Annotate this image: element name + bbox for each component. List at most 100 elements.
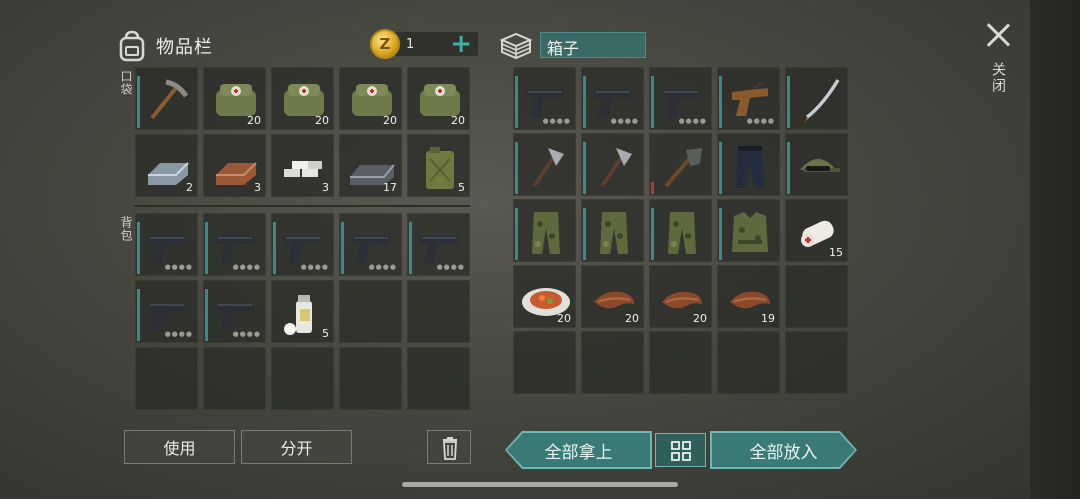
backpack-slot-empty-slot[interactable] [135, 347, 198, 410]
pocket-slot-jerrycan[interactable]: 5 [407, 134, 470, 197]
trash-button[interactable] [427, 430, 471, 464]
camo-pants-icon [600, 212, 628, 254]
pocket-slot-steel-ingot[interactable]: 17 [339, 134, 402, 197]
coin-balance: Z 1 + [370, 28, 478, 60]
inventory-title: 物品栏 [156, 37, 213, 58]
durability-dots: ●●●● [300, 263, 329, 271]
backpack-slot-pistol[interactable]: ●●●● [271, 213, 334, 276]
item-count: 3 [254, 181, 261, 194]
pocket-slot-medical-bag[interactable]: 20 [203, 67, 266, 130]
durability-dots: ●●●● [542, 117, 571, 125]
hatchet-icon [600, 148, 632, 188]
box-slot-pistol[interactable]: ●●●● [513, 67, 576, 130]
pocket-slot-medical-bag[interactable]: 20 [271, 67, 334, 130]
pocket-slot-iron-ingot[interactable]: 2 [135, 134, 198, 197]
split-button[interactable]: 分开 [241, 430, 352, 464]
box-slot-bandages[interactable]: 15 [785, 199, 848, 262]
katana-icon [796, 79, 840, 126]
backpack-slot-pistol[interactable]: ●●●● [203, 280, 266, 343]
box-slot-leather[interactable]: 19 [717, 265, 780, 328]
home-indicator[interactable] [402, 482, 678, 487]
box-slot-empty-slot[interactable] [581, 331, 644, 394]
close-label[interactable]: 关闭 [988, 62, 1008, 94]
item-count: 17 [383, 181, 397, 194]
military-cap-icon [800, 159, 840, 172]
durability-dots: ●●●● [164, 330, 193, 338]
backpack-slot-pistol[interactable]: ●●●● [407, 213, 470, 276]
box-header: 箱子 [498, 28, 646, 62]
box-slot-leather[interactable]: 20 [581, 265, 644, 328]
backpack-slot-spray-can[interactable]: 5 [271, 280, 334, 343]
grid-sort-icon [671, 441, 691, 461]
item-count: 5 [322, 327, 329, 340]
item-count: 20 [451, 114, 465, 127]
backpack-slot-pistol[interactable]: ●●●● [135, 280, 198, 343]
box-slot-katana[interactable] [785, 67, 848, 130]
box-slot-camo-pants[interactable] [581, 199, 644, 262]
item-count: 20 [383, 114, 397, 127]
box-slot-pistol[interactable]: ●●●● [581, 67, 644, 130]
backpack-slot-empty-slot[interactable] [407, 347, 470, 410]
pocket-label: 口袋 [119, 70, 133, 96]
box-slot-empty-slot[interactable] [785, 331, 848, 394]
inventory-header: 物品栏 [118, 26, 213, 66]
backpack-label: 背包 [119, 216, 133, 242]
box-slot-food-plate[interactable]: 20 [513, 265, 576, 328]
item-count: 19 [761, 312, 775, 325]
hatchet-icon [532, 148, 564, 188]
backpack-slot-empty-slot[interactable] [271, 347, 334, 410]
box-slot-empty-slot[interactable] [513, 331, 576, 394]
put-all-button[interactable]: 全部放入 [712, 433, 855, 467]
box-slot-camo-vest[interactable] [717, 199, 780, 262]
backpack-slot-pistol[interactable]: ●●●● [135, 213, 198, 276]
durability-dots: ●●●● [232, 263, 261, 271]
box-slot-empty-slot[interactable] [785, 265, 848, 328]
item-count: 20 [247, 114, 261, 127]
box-slot-camo-pants[interactable] [649, 199, 712, 262]
pocket-slot-silver-bars[interactable]: 3 [271, 134, 334, 197]
box-slot-leather[interactable]: 20 [649, 265, 712, 328]
coin-icon: Z [370, 29, 400, 59]
backpack-slot-pistol[interactable]: ●●●● [203, 213, 266, 276]
backpack-slot-empty-slot[interactable] [339, 280, 402, 343]
item-count: 15 [829, 246, 843, 259]
box-slot-hatchet[interactable] [581, 133, 644, 196]
pickaxe-icon [150, 79, 189, 120]
coin-count: 1 [406, 36, 415, 52]
durability-dots: ●●●● [678, 117, 707, 125]
backpack-slot-pistol[interactable]: ●●●● [339, 213, 402, 276]
box-slot-flare-gun[interactable]: ●●●● [717, 67, 780, 130]
close-icon[interactable] [985, 22, 1011, 48]
item-count: 20 [625, 312, 639, 325]
pocket-slot-medical-bag[interactable]: 20 [339, 67, 402, 130]
backpack-slot-empty-slot[interactable] [203, 347, 266, 410]
take-all-button[interactable]: 全部拿上 [507, 433, 650, 467]
pocket-slot-pickaxe[interactable] [135, 67, 198, 130]
pocket-slot-copper-ingot[interactable]: 3 [203, 134, 266, 197]
backpack-slot-empty-slot[interactable] [339, 347, 402, 410]
box-slot-empty-slot[interactable] [649, 331, 712, 394]
camo-vest-icon [732, 212, 768, 252]
durability-dots: ●●●● [436, 263, 465, 271]
trash-icon [443, 437, 457, 460]
box-slot-hatchet[interactable] [513, 133, 576, 196]
item-count: 20 [693, 312, 707, 325]
durability-dots: ●●●● [164, 263, 193, 271]
sort-button[interactable] [655, 433, 706, 467]
durability-dots: ●●●● [746, 117, 775, 125]
box-slot-shovel[interactable] [649, 133, 712, 196]
box-slot-pistol[interactable]: ●●●● [649, 67, 712, 130]
backpack-slot-empty-slot[interactable] [407, 280, 470, 343]
box-slot-camo-pants[interactable] [513, 199, 576, 262]
box-slot-empty-slot[interactable] [717, 331, 780, 394]
item-count: 20 [557, 312, 571, 325]
box-slot-military-cap[interactable] [785, 133, 848, 196]
pocket-slot-medical-bag[interactable]: 20 [407, 67, 470, 130]
backpack-icon [118, 30, 146, 62]
durability-dots: ●●●● [368, 263, 397, 271]
add-coins-icon[interactable]: + [450, 31, 472, 57]
box-slot-tactical-pants[interactable] [717, 133, 780, 196]
side-panel [1030, 0, 1080, 499]
item-count: 20 [315, 114, 329, 127]
use-button[interactable]: 使用 [124, 430, 235, 464]
